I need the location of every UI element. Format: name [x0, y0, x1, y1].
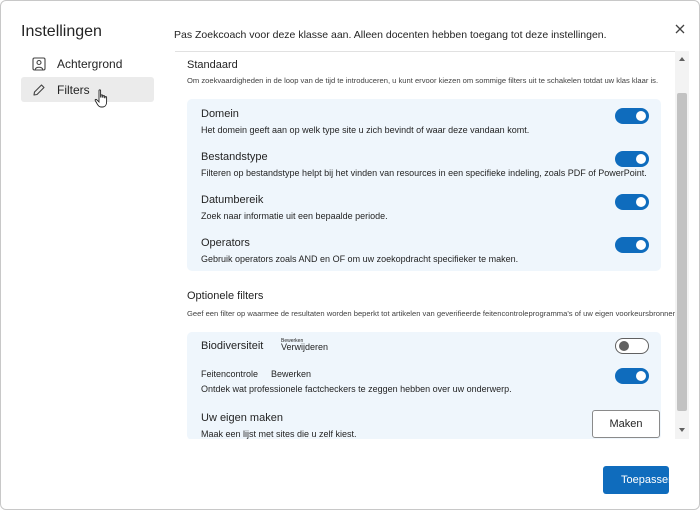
- filters-scroll-area[interactable]: Standaard Om zoekvaardigheden in de loop…: [175, 51, 689, 439]
- toggle-bestandstype[interactable]: [615, 151, 649, 167]
- filter-description-operators: Gebruik operators zoals AND en OF om uw …: [201, 254, 519, 264]
- close-icon[interactable]: [672, 21, 688, 37]
- sidebar-item-achtergrond[interactable]: Achtergrond: [21, 51, 154, 76]
- filter-title-feitencontrole: Feitencontrole: [201, 369, 259, 379]
- hand-cursor-icon: [94, 89, 110, 114]
- image-icon: [32, 56, 46, 71]
- sidebar-item-label: Achtergrond: [57, 56, 123, 71]
- filter-title-datumbereik: Datumbereik: [201, 194, 264, 206]
- filter-description-bestandstype: Filteren op bestandstype helpt bij het v…: [201, 168, 647, 178]
- toggle-knob: [636, 371, 646, 381]
- scroll-up-icon[interactable]: [679, 57, 685, 61]
- filter-title-bestandstype: Bestandstype: [201, 151, 268, 163]
- custom-filter-description: Maak een lijst met sites die u zelf kies…: [201, 429, 357, 439]
- toggle-knob: [636, 197, 646, 207]
- toggle-feitencontrole[interactable]: [615, 368, 649, 384]
- optional-section-title: Optionele filters: [187, 290, 264, 302]
- filter-description-datumbereik: Zoek naar informatie uit een bepaalde pe…: [201, 211, 388, 221]
- filter-description-domein: Het domein geeft aan op welk type site u…: [201, 125, 530, 135]
- scroll-down-icon[interactable]: [679, 428, 685, 432]
- settings-dialog: Instellingen Achtergrond Filters Pas Zoe…: [0, 0, 700, 510]
- scrollbar[interactable]: [675, 51, 689, 439]
- custom-filter-title: Uw eigen maken: [201, 412, 283, 424]
- filter-title-operators: Operators: [201, 237, 250, 249]
- edit-link-feitencontrole[interactable]: Bewerken: [271, 369, 311, 379]
- standard-section-description: Om zoekvaardigheden in de loop van de ti…: [187, 76, 659, 85]
- toggle-operators[interactable]: [615, 237, 649, 253]
- sidebar-item-filters[interactable]: Filters: [21, 77, 154, 102]
- optional-section-description: Geef een filter op waarmee de resultaten…: [187, 309, 679, 318]
- optional-filters-card: Biodiversiteit Bewerken Verwijderen Feit…: [187, 332, 661, 439]
- remove-link-biodiversiteit[interactable]: Verwijderen: [281, 342, 328, 352]
- pencil-icon: [32, 83, 46, 97]
- sidebar-title: Instellingen: [21, 23, 102, 40]
- sidebar-item-label: Filters: [57, 82, 90, 97]
- make-button[interactable]: Maken: [592, 410, 660, 438]
- toggle-datumbereik[interactable]: [615, 194, 649, 210]
- standard-filters-card: Domein Het domein geeft aan op welk type…: [187, 99, 661, 271]
- toggle-knob: [636, 154, 646, 164]
- intro-text: Pas Zoekcoach voor deze klasse aan. Alle…: [174, 29, 607, 41]
- scrollbar-thumb[interactable]: [677, 93, 687, 411]
- toggle-knob: [636, 111, 646, 121]
- apply-button[interactable]: Toepassen: [603, 466, 669, 494]
- filter-description-feitencontrole: Ontdek wat professionele factcheckers te…: [201, 384, 512, 394]
- toggle-knob: [619, 341, 629, 351]
- standard-section-title: Standaard: [187, 59, 238, 71]
- toggle-knob: [636, 240, 646, 250]
- filter-title-domein: Domein: [201, 108, 239, 120]
- toggle-domein[interactable]: [615, 108, 649, 124]
- filter-title-biodiversiteit: Biodiversiteit: [201, 340, 264, 352]
- toggle-biodiversiteit[interactable]: [615, 338, 649, 354]
